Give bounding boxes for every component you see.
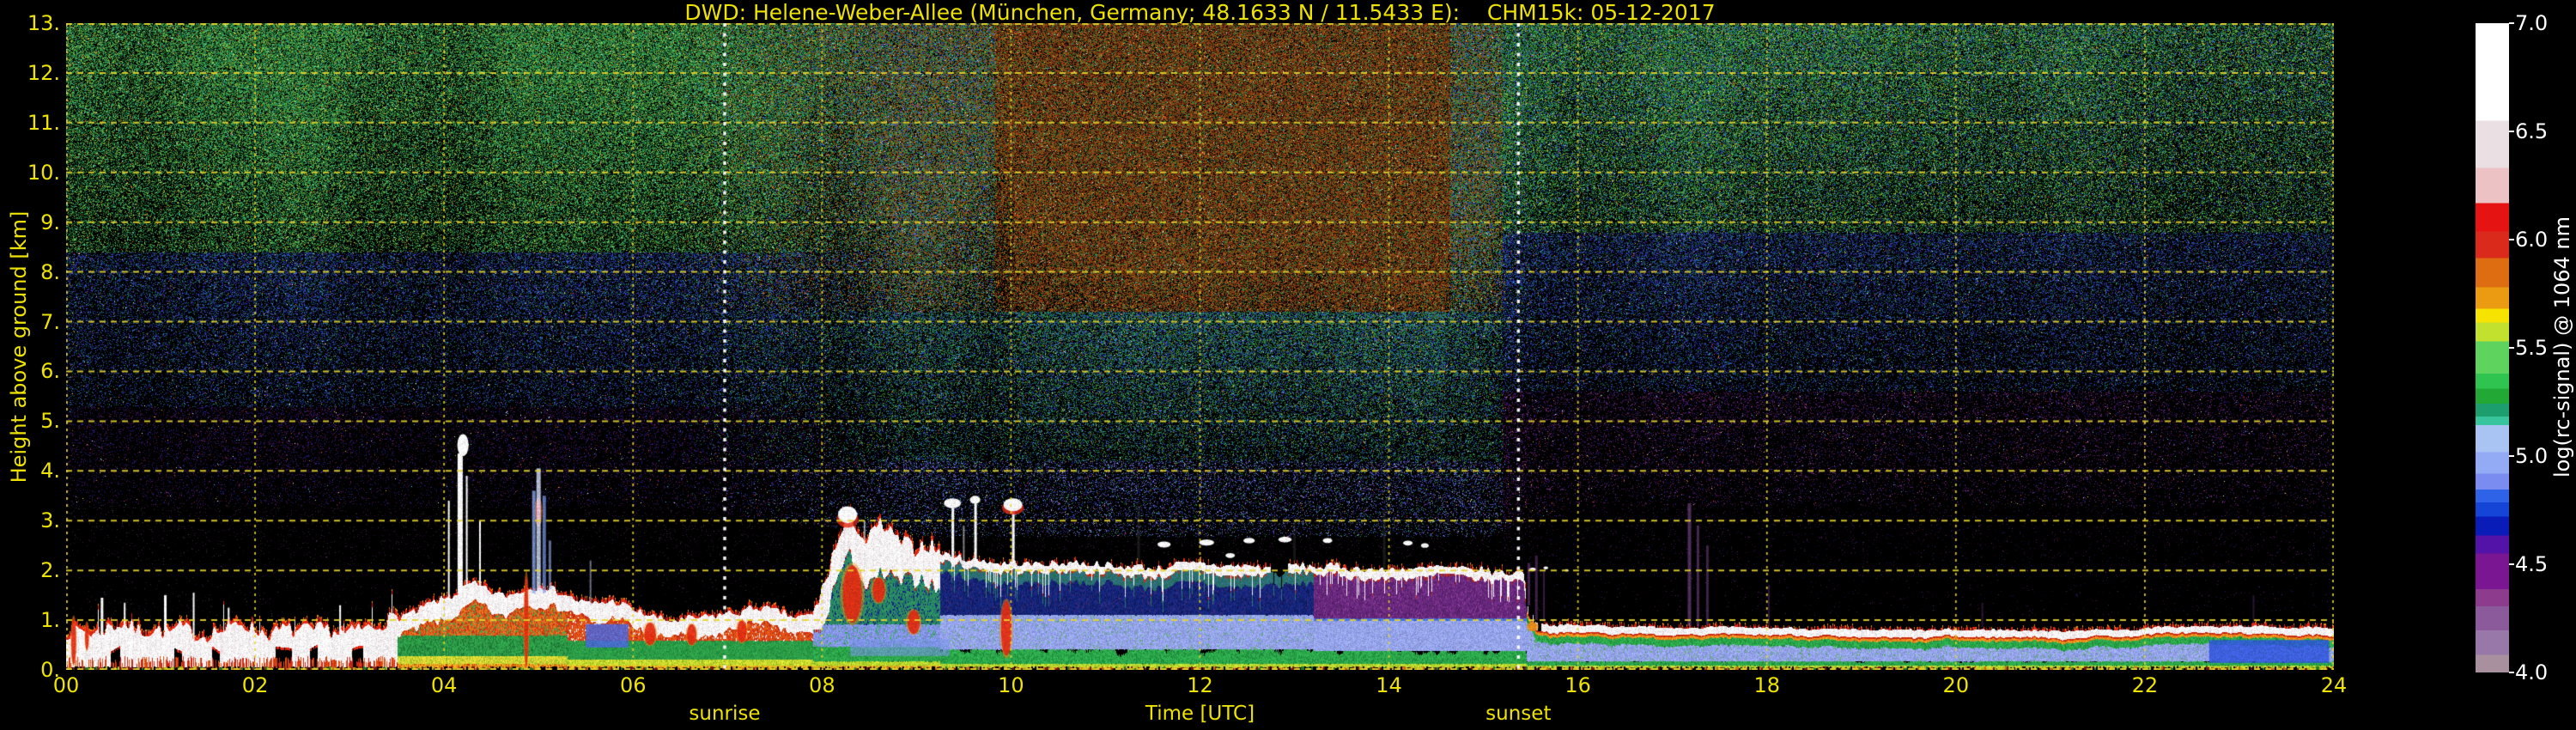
y-tick-label: 13.	[27, 11, 60, 35]
colorbar-tick-mark	[2509, 347, 2514, 349]
x-tick-label: 12	[1187, 673, 1213, 697]
y-tick-label: 3.	[40, 508, 60, 533]
y-tick-label: 10.	[27, 160, 60, 185]
colorbar-tick-mark	[2509, 131, 2514, 132]
y-tick-label: 4.	[40, 459, 60, 484]
colorbar-tick-mark	[2509, 563, 2514, 565]
colorbar-tick-mark	[2509, 672, 2514, 673]
y-axis-label: Height above ground [km]	[7, 210, 31, 484]
x-tick-label: 06	[619, 673, 647, 697]
y-tick-label: 9.	[40, 210, 60, 234]
y-tick-label: 7.	[40, 309, 60, 334]
x-tick-label: 22	[2131, 673, 2159, 697]
page-title: DWD: Helene-Weber-Allee (München, German…	[684, 0, 1716, 25]
colorbar-tick-mark	[2509, 455, 2514, 457]
x-axis-label: Time [UTC]	[1145, 703, 1255, 725]
colorbar-tick-label: 4.5	[2515, 552, 2549, 576]
y-tick-label: 12.	[27, 60, 60, 85]
colorbar-tick-label: 7.0	[2515, 11, 2549, 35]
y-tick-label: 2.	[40, 558, 60, 583]
colorbar	[2476, 23, 2509, 672]
x-tick-label: 04	[430, 673, 458, 697]
y-tick-label: 1.	[40, 608, 60, 633]
sunset-annotation: sunset	[1485, 703, 1552, 725]
y-tick-label: 11.	[27, 110, 60, 135]
x-tick-label: 18	[1753, 673, 1781, 697]
colorbar-tick-mark	[2509, 239, 2514, 240]
x-tick-label: 24	[2320, 673, 2348, 697]
ceilometer-quicklook-page: DWD: Helene-Weber-Allee (München, German…	[0, 0, 2576, 730]
x-tick-label: 10	[998, 673, 1024, 697]
y-tick-label: 5.	[40, 409, 60, 434]
x-tick-label: 08	[809, 673, 835, 697]
x-tick-label: 02	[241, 673, 269, 697]
x-tick-label: 16	[1564, 673, 1591, 697]
colorbar-tick-label: 6.5	[2515, 119, 2549, 143]
x-tick-label: 00	[52, 673, 80, 697]
colorbar-tick-mark	[2509, 22, 2514, 24]
colorbar-tick-label: 4.0	[2515, 660, 2549, 684]
x-tick-label: 20	[1942, 673, 1970, 697]
colorbar-label: log(rc-signal) @ 1064 nm	[2550, 216, 2574, 478]
y-tick-label: 8.	[40, 259, 60, 284]
sunrise-annotation: sunrise	[689, 703, 761, 725]
backscatter-heatmap-canvas	[66, 23, 2334, 670]
y-tick-label: 6.	[40, 359, 60, 384]
x-tick-label: 14	[1376, 673, 1402, 697]
